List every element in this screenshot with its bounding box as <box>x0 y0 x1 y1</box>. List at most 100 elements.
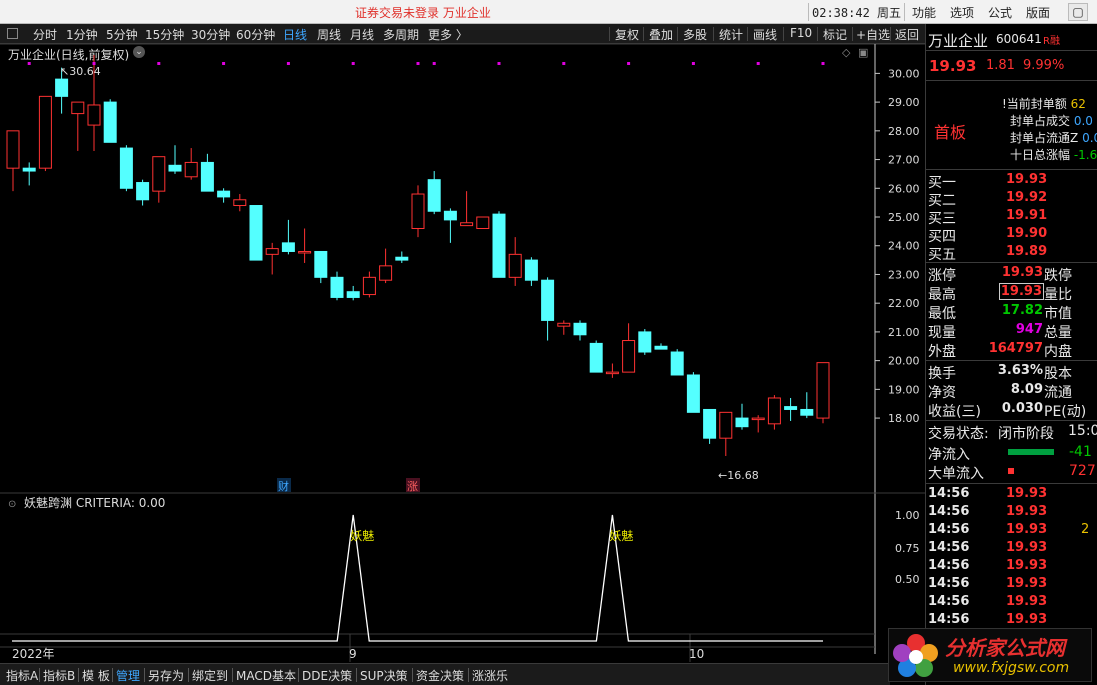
tab-5min[interactable]: 5分钟 <box>106 26 138 43</box>
divider <box>468 668 469 682</box>
formula-tab[interactable]: 管理 <box>116 667 140 684</box>
y-tick-label: 23.00 <box>888 268 920 281</box>
divider <box>298 668 299 682</box>
y-tick-label: 27.00 <box>888 154 920 167</box>
candle-body <box>265 248 279 255</box>
tick-time: 14:56 <box>928 594 970 609</box>
y-tick-label: 25.00 <box>888 211 920 224</box>
candle-body <box>719 411 733 439</box>
tab-daily[interactable]: 日线 <box>283 26 307 43</box>
flower-logo-icon <box>893 634 938 677</box>
stats-button[interactable]: 统计 <box>719 26 743 43</box>
formula-tab[interactable]: 涨涨乐 <box>472 667 508 684</box>
stat-label: 涨停 <box>928 268 956 284</box>
candle <box>751 415 765 433</box>
candle-body <box>508 253 522 278</box>
tab-1min[interactable]: 1分钟 <box>66 26 98 43</box>
low-label: ←16.68 <box>718 469 759 482</box>
tick-volume: 2 <box>1081 522 1090 537</box>
formula-tab[interactable]: 资金决策 <box>416 667 464 684</box>
f10-button[interactable]: F10 <box>790 26 812 40</box>
x-label-year: 2022年 <box>12 647 55 661</box>
formula-tab[interactable]: 另存为 <box>148 667 184 684</box>
indicator-toggle-icon[interactable]: ⊙ <box>8 499 16 510</box>
candle-body <box>249 205 263 261</box>
window-restore-button[interactable]: ▢ <box>1068 3 1088 21</box>
divider <box>412 668 413 682</box>
tab-15min[interactable]: 15分钟 <box>145 26 184 43</box>
price-chart[interactable]: 30.00 29.00 28.00 27.00 26.00 25.00 24.00 23.00… <box>0 44 925 663</box>
candle-body <box>492 213 506 278</box>
tab-60min[interactable]: 60分钟 <box>236 26 275 43</box>
bid-row[interactable]: 买五 19.89 <box>926 244 1097 263</box>
divider <box>78 668 79 682</box>
bid-label: 买三 <box>928 211 956 227</box>
multi-stock-button[interactable]: 多股 <box>683 26 707 43</box>
price-change: 1.81 <box>986 58 1015 73</box>
bid-row[interactable]: 买三 19.91 <box>926 208 1097 227</box>
tab-intraday[interactable]: 分时 <box>33 26 57 43</box>
fund-right-label: 流通 <box>1044 385 1072 401</box>
big-inflow-bar <box>1008 468 1014 474</box>
candle <box>800 392 814 419</box>
divider <box>609 27 610 41</box>
formula-tab[interactable]: DDE决策 <box>302 667 352 684</box>
candle <box>816 362 830 424</box>
candle-body <box>735 417 749 428</box>
tab-weekly[interactable]: 周线 <box>317 26 341 43</box>
candle <box>654 343 668 350</box>
candle <box>184 148 198 180</box>
formula-tab[interactable]: 指标B <box>43 667 75 684</box>
candle-body <box>800 408 814 416</box>
candle-body <box>103 101 117 143</box>
formula-tab[interactable]: SUP决策 <box>360 667 408 684</box>
candle-body <box>541 279 555 321</box>
stat-right-label: 量比 <box>1044 287 1072 303</box>
tab-multi-period[interactable]: 多周期 <box>383 26 419 43</box>
candle-body <box>281 242 295 252</box>
seal-info: !当前封单额 62 封单占成交 0.0 封单占流通Z 0.0 十日总涨幅 -1.… <box>1002 96 1097 164</box>
watermark: 分析家公式网 www.fxjgsw.com <box>888 628 1092 682</box>
divider <box>852 27 853 41</box>
menu-options[interactable]: 选项 <box>950 4 974 21</box>
bid-row[interactable]: 买一 19.93 <box>926 172 1097 191</box>
candle-body <box>670 351 684 376</box>
candle <box>476 216 490 229</box>
formula-tab[interactable]: MACD基本 <box>236 667 296 684</box>
formula-tab[interactable]: 绑定到 <box>192 667 228 684</box>
back-button[interactable]: 返回 <box>895 26 919 43</box>
candle-body <box>184 161 198 178</box>
tick-row: 14:56 19.93 <box>926 576 1097 594</box>
candle <box>411 185 425 238</box>
candle <box>200 153 214 192</box>
formula-tab[interactable]: 指标A <box>6 667 38 684</box>
candle <box>622 323 636 373</box>
bid-label: 买一 <box>928 175 956 191</box>
formula-tab[interactable]: 模 板 <box>82 667 110 684</box>
add-watchlist-button[interactable]: +自选 <box>856 26 890 43</box>
divider <box>39 668 40 682</box>
adjust-button[interactable]: 复权 <box>615 26 639 43</box>
candle-body <box>330 276 344 298</box>
overlay-button[interactable]: 叠加 <box>649 26 673 43</box>
draw-line-button[interactable]: 画线 <box>753 26 777 43</box>
stat-label: 外盘 <box>928 344 956 360</box>
bid-row[interactable]: 买二 19.92 <box>926 190 1097 209</box>
tab-30min[interactable]: 30分钟 <box>191 26 230 43</box>
menu-layout[interactable]: 版面 <box>1026 4 1050 21</box>
bid-row[interactable]: 买四 19.90 <box>926 226 1097 245</box>
tick-price: 19.93 <box>1006 522 1048 537</box>
candle <box>589 340 603 373</box>
divider <box>232 668 233 682</box>
stat-value: 19.93 <box>998 283 1045 300</box>
panel-toggle-icon[interactable] <box>7 28 18 39</box>
bid-price: 19.89 <box>1006 244 1048 259</box>
tab-monthly[interactable]: 月线 <box>350 26 374 43</box>
menu-formula[interactable]: 公式 <box>988 4 1012 21</box>
mark-button[interactable]: 标记 <box>823 26 847 43</box>
bid-price: 19.90 <box>1006 226 1048 241</box>
candle-body <box>379 265 393 281</box>
tab-more[interactable]: 更多 〉 <box>428 26 468 43</box>
y-tick-label: 24.00 <box>888 240 920 253</box>
menu-function[interactable]: 功能 <box>912 4 936 21</box>
